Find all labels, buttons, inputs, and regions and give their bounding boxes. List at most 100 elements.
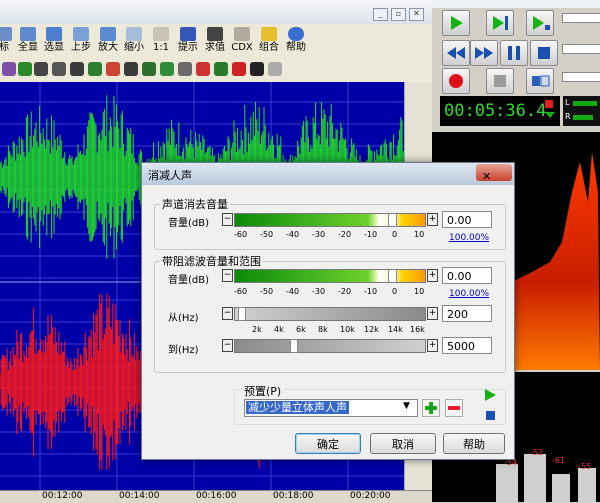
to-frequency-value[interactable]: 5000: [442, 337, 492, 354]
minus-icon: −: [223, 214, 232, 224]
restore-icon[interactable]: ▫: [391, 8, 406, 21]
zoom-out-icon: [126, 27, 142, 41]
record-stop-button[interactable]: [486, 68, 514, 94]
effect-icon[interactable]: [70, 62, 84, 76]
increase-button[interactable]: +: [427, 269, 438, 282]
scale-label: 2k: [252, 325, 262, 334]
volume-slider[interactable]: [562, 13, 600, 23]
channel-cut-meter[interactable]: [234, 213, 426, 227]
toolbar-button-previous[interactable]: 上步: [67, 26, 95, 56]
ok-button[interactable]: 确定: [295, 433, 361, 454]
increase-button[interactable]: +: [427, 307, 438, 320]
time-ruler: 00:12:00 00:14:00 00:16:00 00:18:00 00:2…: [0, 490, 432, 503]
band-stop-volume-thumb[interactable]: [388, 269, 397, 283]
cancel-button[interactable]: 取消: [370, 433, 436, 454]
decrease-button[interactable]: −: [222, 213, 233, 226]
effect-icon[interactable]: [196, 62, 210, 76]
band-stop-volume-meter[interactable]: [234, 269, 426, 283]
record-button[interactable]: [442, 68, 470, 94]
level-bar: [552, 474, 570, 502]
add-preset-button[interactable]: [422, 399, 440, 417]
from-frequency-slider[interactable]: [234, 307, 426, 321]
pause-button[interactable]: [500, 40, 528, 66]
toolbar-button-zoom-in[interactable]: 放大: [94, 26, 122, 56]
minus-icon: [448, 406, 460, 410]
toolbar-button-evaluate[interactable]: 求值: [201, 26, 229, 56]
to-frequency-slider[interactable]: [234, 339, 426, 353]
effect-icon[interactable]: [2, 62, 16, 76]
effect-icon[interactable]: [160, 62, 174, 76]
decrease-button[interactable]: −: [222, 339, 233, 352]
effect-icon[interactable]: [214, 62, 228, 76]
scale-label: 14k: [388, 325, 403, 334]
toolbar-label: 上步: [71, 42, 91, 53]
toolbar-button-help[interactable]: 帮助: [282, 26, 310, 56]
scale-label: -10: [364, 287, 378, 296]
play-loop-button[interactable]: [526, 10, 554, 36]
band-stop-percent-link[interactable]: 100.00%: [449, 289, 489, 299]
channel-cut-value[interactable]: 0.00: [442, 211, 492, 228]
close-icon[interactable]: ✕: [409, 8, 424, 21]
effect-icon[interactable]: [34, 62, 48, 76]
close-icon: ✕: [482, 170, 492, 183]
channel-cut-slider-thumb[interactable]: [388, 213, 397, 227]
rewind-button[interactable]: [442, 40, 470, 66]
effect-icon[interactable]: [52, 62, 66, 76]
mark-icon: [0, 27, 12, 41]
effect-icon[interactable]: [232, 62, 246, 76]
toolbar-button-zoom-out[interactable]: 缩小: [120, 26, 148, 56]
effect-icon[interactable]: [142, 62, 156, 76]
from-frequency-value[interactable]: 200: [442, 305, 492, 322]
decrease-button[interactable]: −: [222, 269, 233, 282]
effect-icon[interactable]: [18, 62, 32, 76]
effect-icon[interactable]: [106, 62, 120, 76]
toolbar-button-one-to-one[interactable]: 1:1: [147, 26, 175, 56]
from-frequency-thumb[interactable]: [238, 307, 246, 321]
stop-button[interactable]: [530, 40, 558, 66]
input-level-slider[interactable]: [562, 72, 600, 82]
band-stop-volume-value[interactable]: 0.00: [442, 267, 492, 284]
time-display: 00:05:36.4: [440, 96, 560, 126]
minimize-icon[interactable]: _: [373, 8, 388, 21]
preview-stop-button[interactable]: [482, 407, 498, 423]
plus-icon: +: [428, 308, 437, 318]
increase-button[interactable]: +: [427, 339, 438, 352]
toolbar-button-combine[interactable]: 组合: [255, 26, 283, 56]
decrease-button[interactable]: −: [222, 307, 233, 320]
clock-icon[interactable]: [250, 62, 264, 76]
increase-button[interactable]: +: [427, 213, 438, 226]
stop-icon: [494, 75, 506, 87]
fast-forward-button[interactable]: [470, 40, 498, 66]
toolbar-button-view-selection[interactable]: 选显: [40, 26, 68, 56]
preview-play-button[interactable]: [482, 387, 498, 403]
record-settings-button[interactable]: [526, 68, 554, 94]
cdx-icon: [234, 27, 250, 41]
balance-slider[interactable]: [562, 44, 600, 54]
play-button[interactable]: [442, 10, 470, 36]
toolbar-button-hint[interactable]: 提示: [174, 26, 202, 56]
dialog-close-button[interactable]: ✕: [476, 164, 512, 183]
mail-icon[interactable]: [268, 62, 282, 76]
to-frequency-thumb[interactable]: [290, 339, 298, 353]
dialog-titlebar: 消减人声 ✕: [142, 163, 514, 185]
help-button-label: 帮助: [463, 438, 485, 451]
scale-label: -30: [312, 287, 326, 296]
volume-label: 音量(dB): [168, 218, 210, 229]
from-label: 从(Hz): [168, 313, 199, 324]
volume-scale: -60 -50 -40 -30 -20 -10 0 10: [234, 287, 434, 297]
effect-icon[interactable]: [88, 62, 102, 76]
minus-icon: −: [223, 340, 232, 350]
toolbar-label: 放大: [98, 42, 118, 53]
channel-cut-percent-link[interactable]: 100.00%: [449, 233, 489, 243]
delete-preset-button[interactable]: [445, 399, 463, 417]
scale-label: -40: [286, 287, 300, 296]
toolbar-button-cdx[interactable]: CDX: [228, 26, 256, 56]
effect-icon[interactable]: [178, 62, 192, 76]
play-to-end-button[interactable]: [486, 10, 514, 36]
effect-icon[interactable]: [124, 62, 138, 76]
stop-icon: [486, 411, 495, 420]
help-button[interactable]: 帮助: [443, 433, 505, 454]
preset-select[interactable]: 减少少量立体声人声 ▼: [244, 399, 418, 417]
play-icon: [451, 16, 463, 30]
toolbar-button-view-all[interactable]: 全显: [14, 26, 42, 56]
